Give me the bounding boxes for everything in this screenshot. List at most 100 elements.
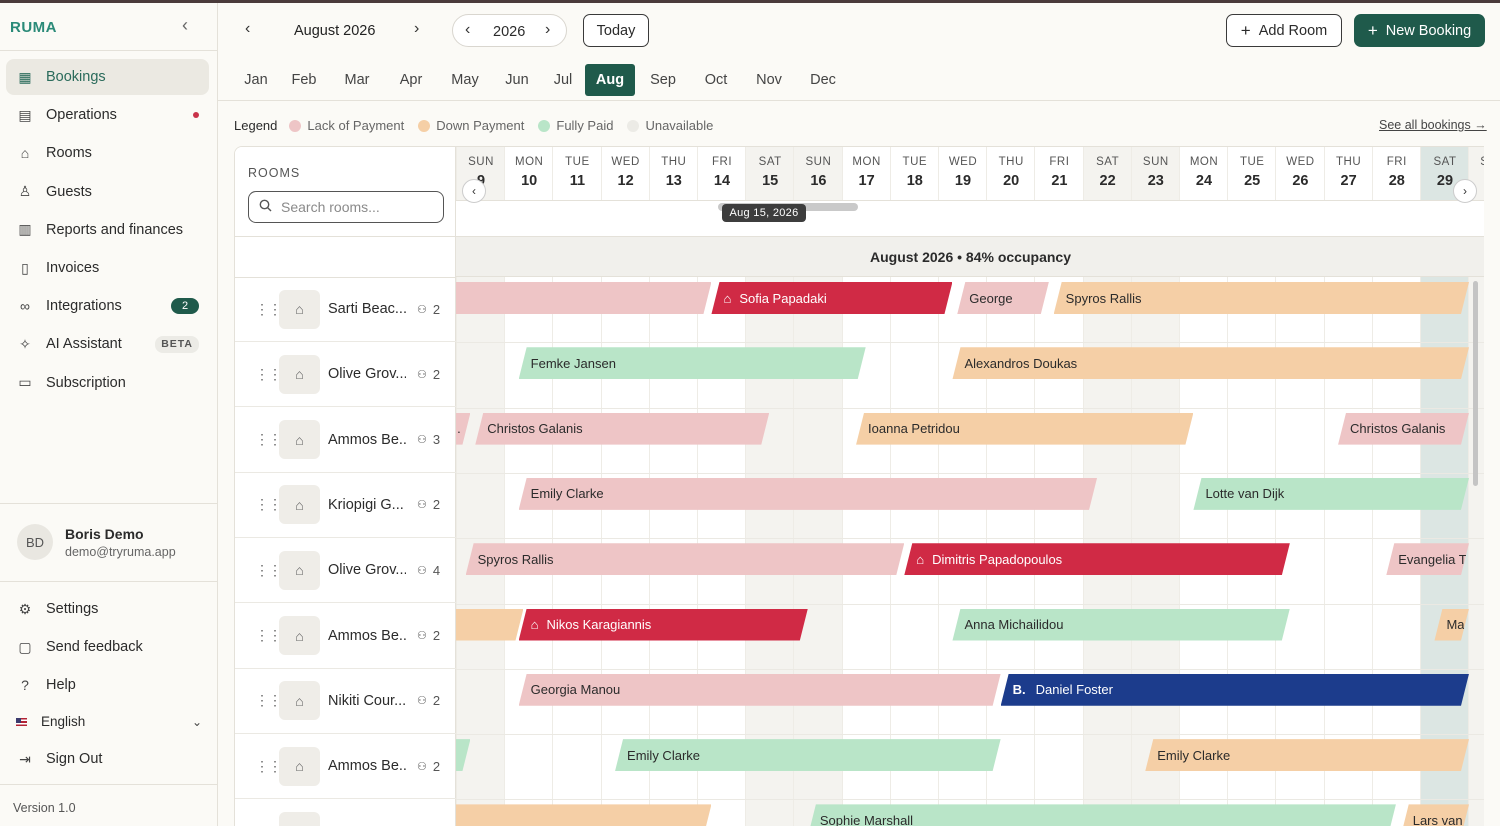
prev-year-icon[interactable]: ‹ [465, 21, 470, 39]
tab-jul[interactable]: Jul [541, 64, 585, 96]
sidebar-item-bookings[interactable]: ▦ Bookings [6, 59, 209, 95]
tab-jun[interactable]: Jun [493, 64, 541, 96]
sidebar-item-integrations[interactable]: ∞ Integrations 2 [6, 288, 209, 324]
drag-handle-icon[interactable]: ⋮⋮ [255, 562, 282, 579]
prev-month-icon[interactable]: ‹ [245, 20, 250, 38]
guest-name: Lars van d [1412, 812, 1469, 826]
capacity-value: 2 [432, 301, 441, 317]
sidebar-item-operations[interactable]: ▤ Operations [6, 97, 209, 133]
drag-handle-icon[interactable]: ⋮⋮ [255, 692, 282, 709]
home-icon: ⌂ [295, 562, 304, 579]
new-booking-button[interactable]: + New Booking [1354, 14, 1485, 47]
sidebar-item-send-feedback[interactable]: ▢ Send feedback [6, 629, 209, 665]
today-button[interactable]: Today [583, 14, 649, 47]
booking-bar[interactable]: Georgia Manou [519, 674, 1001, 706]
user-profile[interactable]: BD Boris Demo demo@tryruma.app [17, 524, 176, 560]
booking-bar[interactable]: Spyros Rallis [466, 543, 905, 575]
guest-name: Emily Clarke [1157, 747, 1231, 763]
booking-bar[interactable]: Christos Galanis [1338, 413, 1469, 445]
drag-handle-icon[interactable]: ⋮⋮ [255, 758, 282, 775]
booking-bar[interactable] [442, 804, 712, 826]
collapse-sidebar-icon[interactable]: ‹ [182, 15, 188, 36]
tab-aug[interactable]: Aug [585, 64, 635, 96]
booking-bar[interactable]: Anna Michailidou [952, 609, 1289, 641]
legend-item: Lack of Payment [289, 118, 404, 133]
sidebar-item-help[interactable]: ? Help [6, 667, 209, 703]
booking-bar[interactable]: Evangelia Ts [1386, 543, 1469, 575]
day-number: 26 [1292, 173, 1309, 189]
sidebar-item-ai-assistant[interactable]: ✧ AI Assistant BETA [6, 326, 209, 362]
booking-bar[interactable]: Ioanna Petridou [856, 413, 1193, 445]
booking-bar[interactable]: ⌂ Dimitris Papadopoulos [904, 543, 1290, 575]
booking-bar[interactable]: Emily Clarke [615, 739, 1001, 771]
scroll-right-button[interactable]: › [1453, 179, 1477, 203]
room-thumbnail: ⌂ [279, 354, 320, 394]
booking-bar[interactable]: Emily Clarke [519, 478, 1097, 510]
scroll-left-button[interactable]: ‹ [462, 179, 486, 203]
sidebar-divider [0, 581, 218, 582]
room-row[interactable]: ⋮⋮ ⌂ Sarti Beac... ⚇ 2 [235, 277, 456, 342]
sidebar-item-label: Operations [46, 107, 117, 124]
tab-jan[interactable]: Jan [233, 64, 279, 96]
guest-name: Emily Clarke [530, 486, 604, 502]
grid-row-divider [456, 407, 1484, 409]
sign-out-button[interactable]: ⇥ Sign Out [6, 741, 209, 777]
booking-bar[interactable]: Christos Galanis [475, 413, 769, 445]
guest-name: Emily Clarke [627, 747, 701, 763]
tab-sep[interactable]: Sep [635, 64, 691, 96]
vertical-scroll-thumb[interactable] [1473, 281, 1478, 486]
tab-mar[interactable]: Mar [329, 64, 385, 96]
search-rooms-input[interactable] [281, 199, 441, 215]
booking-bar[interactable]: Lars van d [1401, 804, 1469, 826]
booking-bar[interactable]: George [957, 282, 1049, 314]
drag-handle-icon[interactable]: ⋮⋮ [255, 366, 282, 383]
room-row[interactable]: ⋮⋮ ⌂ Kriopigi G... ⚇ 2 [235, 473, 456, 538]
booking-bar[interactable] [442, 282, 712, 314]
sidebar-item-subscription[interactable]: ▭ Subscription [6, 365, 209, 401]
drag-handle-icon[interactable]: ⋮⋮ [255, 431, 282, 448]
room-row[interactable]: ⋮⋮ ⌂ Olive Grov... ⚇ 4 [235, 538, 456, 604]
room-name: Olive Grov... [328, 562, 406, 579]
tab-apr[interactable]: Apr [385, 64, 437, 96]
room-row[interactable]: ⋮⋮ ⌂ Ammos Be... ⚇ 3 [235, 408, 456, 473]
next-month-icon[interactable]: › [414, 20, 419, 38]
sidebar-item-guests[interactable]: ♙ Guests [6, 174, 209, 210]
sidebar-item-reports-and-finances[interactable]: ▥ Reports and finances [6, 212, 209, 248]
tab-nov[interactable]: Nov [741, 64, 797, 96]
booking-bar[interactable]: ⌂ Sofia Papadaki [711, 282, 952, 314]
room-row[interactable]: ⋮⋮ ⌂ Olive Grov... ⚇ 2 [235, 342, 456, 408]
room-row[interactable]: ⋮⋮ ⌂ Ammos Be... ⚇ 2 [235, 604, 456, 669]
room-search-box[interactable] [248, 191, 444, 223]
booking-bar[interactable]: Spyros Rallis [1054, 282, 1469, 314]
booking-bar[interactable]: ⌂ Nikos Karagiannis [519, 609, 808, 641]
sidebar-item-invoices[interactable]: ▯ Invoices [6, 250, 209, 286]
legend-dot [289, 119, 302, 132]
sidebar-item-rooms[interactable]: ⌂ Rooms [6, 135, 209, 171]
drag-handle-icon[interactable]: ⋮⋮ [255, 627, 282, 644]
room-row[interactable]: ⋮⋮ ⌂ Nikiti Cour... ⚇ 2 [235, 669, 456, 734]
drag-handle-icon[interactable]: ⋮⋮ [255, 301, 282, 318]
tab-may[interactable]: May [437, 64, 493, 96]
see-all-bookings-link[interactable]: See all bookings → [1379, 118, 1487, 132]
tab-oct[interactable]: Oct [691, 64, 741, 96]
booking-bar[interactable]: Femke Jansen [519, 347, 866, 379]
day-header: WED 26 [1276, 147, 1324, 200]
room-row[interactable]: ⋮⋮⌂ [235, 799, 456, 826]
tab-feb[interactable]: Feb [279, 64, 329, 96]
booking-bar[interactable]: Alexandros Doukas [952, 347, 1469, 379]
room-row[interactable]: ⋮⋮ ⌂ Ammos Be... ⚇ 2 [235, 734, 456, 800]
add-room-button[interactable]: + Add Room [1226, 14, 1342, 47]
drag-handle-icon[interactable]: ⋮⋮ [255, 496, 282, 513]
tab-dec[interactable]: Dec [797, 64, 849, 96]
sidebar-item-settings[interactable]: ⚙ Settings [6, 591, 209, 627]
booking-bar[interactable]: Lotte van Dijk [1193, 478, 1469, 510]
legend-title: Legend [234, 118, 278, 133]
sidebar-divider [0, 50, 218, 51]
booking-bar[interactable]: Emily Clarke [1145, 739, 1469, 771]
capacity-value: 2 [432, 628, 441, 643]
next-year-icon[interactable]: › [545, 21, 550, 39]
booking-bar[interactable]: Sophie Marshall [808, 804, 1396, 826]
language-select[interactable]: English ⌄ [16, 714, 202, 729]
day-number: 28 [1388, 173, 1405, 189]
booking-bar[interactable]: B. Daniel Foster [1001, 674, 1469, 706]
